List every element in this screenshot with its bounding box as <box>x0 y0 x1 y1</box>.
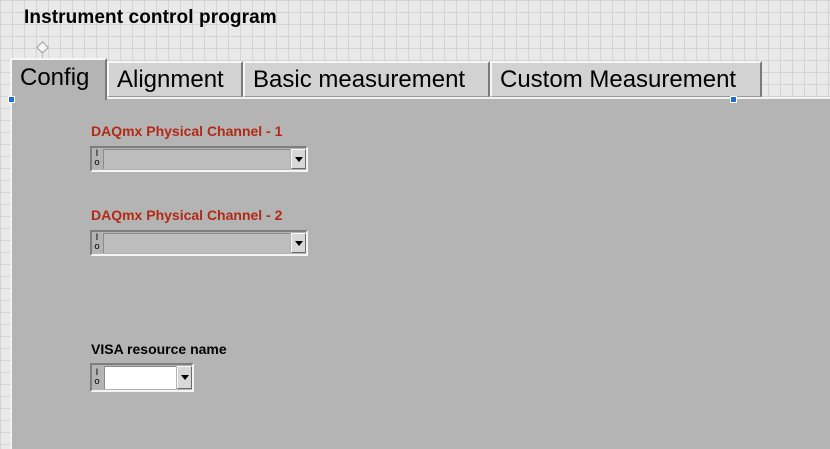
io-name-icon: Io <box>94 367 100 387</box>
tab-strip: Config Alignment Basic measurement Custo… <box>10 58 830 100</box>
chevron-down-icon <box>180 375 189 380</box>
chevron-down-icon <box>294 156 303 162</box>
tab-custom-measurement[interactable]: Custom Measurement <box>490 61 762 97</box>
daq-channel-2-dropdown-button[interactable] <box>291 233 306 253</box>
window-title: Instrument control program <box>24 7 277 28</box>
daq-channel-1-dropdown-button[interactable] <box>291 149 306 169</box>
io-name-icon: Io <box>94 233 100 252</box>
visa-resource-field[interactable] <box>104 366 176 389</box>
tab-alignment[interactable]: Alignment <box>107 61 243 97</box>
selection-handle-left[interactable] <box>8 96 15 103</box>
selection-handle-right[interactable] <box>730 96 737 103</box>
io-name-icon: Io <box>94 149 100 168</box>
tab-control: Config Alignment Basic measurement Custo… <box>10 58 830 449</box>
daq-channel-1-label: DAQmx Physical Channel - 1 <box>91 123 283 139</box>
visa-resource-label: VISA resource name <box>91 341 227 357</box>
daq-channel-2-combo[interactable]: Io <box>90 230 308 256</box>
tab-basic-measurement[interactable]: Basic measurement <box>243 61 490 97</box>
daq-channel-2-label: DAQmx Physical Channel - 2 <box>91 207 283 223</box>
daq-channel-2-field[interactable] <box>103 233 290 253</box>
daq-channel-1-field[interactable] <box>103 149 290 169</box>
tab-panel-config: DAQmx Physical Channel - 1 Io DAQmx Phys… <box>10 97 830 449</box>
visa-resource-combo[interactable]: Io <box>90 363 194 392</box>
chevron-down-icon <box>294 240 303 246</box>
tab-config[interactable]: Config <box>10 58 107 100</box>
visa-resource-dropdown-button[interactable] <box>177 366 192 389</box>
daq-channel-1-combo[interactable]: Io <box>90 146 308 172</box>
